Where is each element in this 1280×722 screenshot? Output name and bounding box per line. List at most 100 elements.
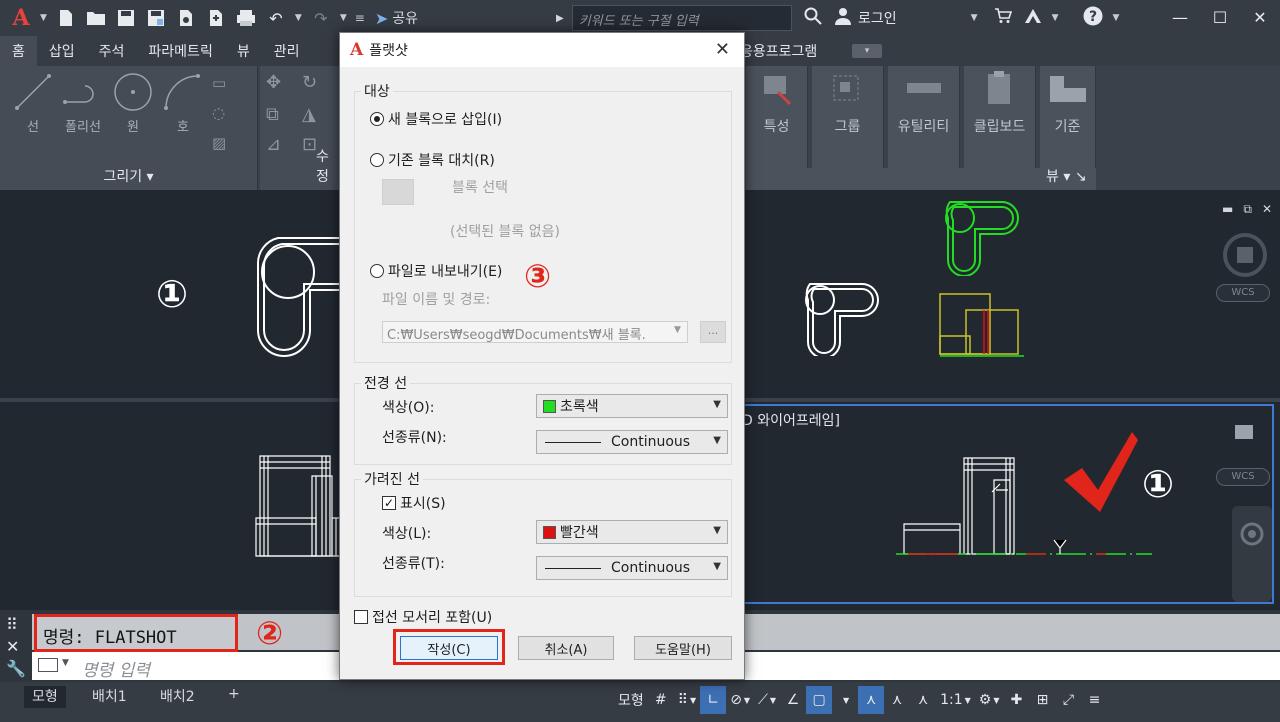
user-icon[interactable] [828,7,858,29]
annotation-visibility-icon[interactable]: ⋏ [858,686,885,714]
autocad-logo-icon[interactable]: A [6,5,36,31]
export-file-radio[interactable]: 파일로 내보내기(E) [370,261,502,281]
line-tool[interactable]: 선 [10,72,56,135]
rotate-icon[interactable]: ↻ [302,72,317,93]
app-menu-caret-icon[interactable]: ▼ [40,13,47,23]
rectangle-icon[interactable]: ▭ [212,74,226,92]
viewcube-small-icon[interactable] [1232,422,1258,444]
osnap-icon[interactable]: ▢ [806,686,833,714]
redo-caret-icon[interactable]: ▼ [340,13,347,23]
layout-tab-model[interactable]: 모형 [24,686,66,708]
create-button[interactable]: 작성(C) [400,636,498,660]
login-caret-icon[interactable]: ▼ [971,13,978,23]
tangential-edges-checkbox[interactable]: 접선 모서리 포함(U) [354,607,492,627]
vp-restore-icon[interactable]: ⧉ [1243,202,1252,217]
browse-button[interactable]: ... [700,321,726,343]
tab-insert[interactable]: 삽입 [37,36,87,66]
minimize-icon[interactable]: — [1160,0,1200,34]
wcs-menu-top[interactable]: WCS [1216,284,1270,302]
tab-view[interactable]: 뷰 [225,36,262,66]
insert-new-block-radio[interactable]: 새 블록으로 삽입(I) [370,109,502,129]
undo-caret-icon[interactable]: ▼ [295,13,302,23]
navigation-bar[interactable] [1232,506,1272,602]
ob-linetype-select[interactable]: Continuous ▼ [536,556,728,580]
ellipse-icon[interactable]: ◌ [212,104,225,122]
tab-manage[interactable]: 관리 [262,36,312,66]
vp-close-icon[interactable]: ✕ [1262,202,1272,217]
new-file-icon[interactable] [51,4,81,32]
polar-icon[interactable]: ⊘ ▼ [726,686,754,714]
auto-scale-icon[interactable]: ⋏ [884,686,910,714]
hatch-icon[interactable]: ▨ [212,134,226,152]
modify-panel-title[interactable]: 수정 [260,146,339,186]
help-caret-icon[interactable]: ▼ [1112,13,1119,23]
tab-home[interactable]: 홈 [0,36,37,66]
plot-icon[interactable] [231,4,261,32]
osnap-tracking-icon[interactable]: ∠ [780,686,806,714]
web-save-icon[interactable] [171,4,201,32]
steering-wheel-icon[interactable] [1240,522,1264,546]
open-folder-icon[interactable] [81,4,111,32]
clean-screen-icon[interactable]: ⤢ [1055,686,1081,714]
close-window-icon[interactable]: ✕ [1240,0,1280,34]
search-expand-icon[interactable]: ▶ [556,13,564,24]
show-obscured-checkbox[interactable]: ✓ 표시(S) [382,493,446,513]
undo-icon[interactable]: ↶ [261,4,291,32]
filename-caret-icon[interactable]: ▼ [674,325,681,335]
fg-color-select[interactable]: 초록색 ▼ [536,394,728,418]
model-space-toggle[interactable]: 모형 [614,686,648,714]
filename-field[interactable]: C:₩Users₩seogd₩Documents₩새 블록. [382,321,688,343]
cancel-button[interactable]: 취소(A) [518,636,614,660]
search-input[interactable]: 키워드 또는 구절 입력 [571,5,792,31]
annotation-monitor-icon[interactable]: ✚ [1003,686,1029,714]
search-icon[interactable] [798,7,828,29]
customization-icon[interactable]: ≡ [1081,686,1107,714]
a360-caret-icon[interactable]: ▼ [1052,13,1059,23]
command-line-grip-icon[interactable]: ⠿ ✕ 🔧 [6,614,26,680]
layout-tab-2[interactable]: 배치2 [152,686,203,708]
export-icon[interactable] [201,4,231,32]
vp-minimize-icon[interactable]: ▬ [1222,202,1233,217]
osnap-caret-icon[interactable]: ▼ [832,686,858,714]
circle-tool[interactable]: 원 [110,72,156,135]
arc-tool[interactable]: 호 [160,72,206,135]
visual-style-label[interactable]: D 와이어프레임] [742,410,840,430]
annotation-scale-icon[interactable]: ⋏ [910,686,936,714]
share-button[interactable]: ➤ 공유 [375,8,418,28]
copy-icon[interactable]: ⧉ [266,104,279,125]
grid-icon[interactable]: # [648,686,674,714]
dialog-close-icon[interactable]: ✕ [715,39,730,60]
tab-annotate[interactable]: 주석 [87,36,137,66]
polyline-tool[interactable]: 폴리선 [58,72,108,135]
wcs-menu-bottom[interactable]: WCS [1216,468,1270,486]
scale-dropdown[interactable]: 1:1 ▼ [936,686,975,714]
replace-block-radio[interactable]: 기존 블록 대치(R) [370,150,495,170]
tab-applications[interactable]: 응용프로그램 [740,36,817,66]
ribbon-toggle-icon[interactable]: ▾ [852,44,882,58]
save-as-icon[interactable] [141,4,171,32]
login-label[interactable]: 로그인 [858,8,897,28]
layout-tab-1[interactable]: 배치1 [84,686,135,708]
move-icon[interactable]: ✥ [266,72,281,93]
fg-linetype-select[interactable]: Continuous ▼ [536,430,728,454]
isodraft-icon[interactable]: ⟋ ▼ [754,686,780,714]
workspace-gear-icon[interactable]: ⚙ ▼ [975,686,1004,714]
help-button[interactable]: 도움말(H) [634,636,732,660]
view-panel-title[interactable]: 뷰 ▾ ↘ [1046,166,1087,186]
units-icon[interactable]: ⊞ [1029,686,1055,714]
draw-panel-title[interactable]: 그리기 ▾ [0,166,257,186]
viewcube-icon[interactable] [1220,230,1270,280]
select-block-button[interactable] [382,179,414,205]
ob-color-select[interactable]: 빨간색 ▼ [536,520,728,544]
cart-icon[interactable] [988,8,1018,28]
add-layout-tab[interactable]: + [220,686,248,708]
redo-icon[interactable]: ↷ [306,4,336,32]
maximize-icon[interactable]: ☐ [1200,0,1240,34]
save-icon[interactable] [111,4,141,32]
prompt-caret-icon[interactable]: ▼ [62,658,69,668]
help-icon[interactable]: ? [1078,6,1108,30]
customize-qa-icon[interactable]: ≡ [355,11,365,25]
mirror-icon[interactable]: ◮ [302,104,316,125]
ortho-icon[interactable]: ∟ [700,686,727,714]
snap-icon[interactable]: ⠿ ▼ [674,686,700,714]
